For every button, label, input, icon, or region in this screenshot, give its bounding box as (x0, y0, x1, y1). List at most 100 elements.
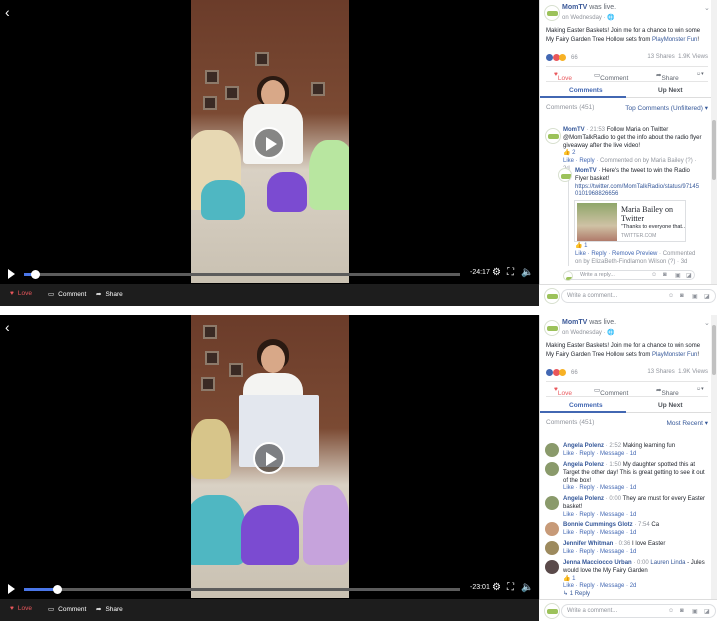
chevron-down-icon[interactable]: ⌄ (704, 4, 710, 12)
emoji-icon[interactable]: ☺ (651, 272, 657, 278)
shares-views[interactable]: 13 Shares 1.9K Views (647, 369, 708, 375)
comment-timestamp[interactable]: · 0:36 (615, 541, 630, 547)
comment-timestamp[interactable]: · 0:00 (633, 560, 648, 566)
post-share-button[interactable]: ➦ Share (656, 386, 679, 397)
play-overlay-button[interactable] (253, 127, 285, 159)
progress-handle[interactable] (52, 585, 62, 594)
post-link[interactable]: PlayMonster Fun (652, 37, 697, 43)
sticker-icon[interactable]: ◪ (686, 272, 692, 279)
back-arrow-icon[interactable]: ‹ (5, 4, 10, 20)
play-icon[interactable] (8, 269, 15, 279)
post-share-button[interactable]: ➦ Share (656, 71, 679, 82)
comment-timestamp[interactable]: · 7:54 (634, 522, 649, 528)
comment-author[interactable]: Angela Polenz (563, 443, 604, 449)
page-name[interactable]: MomTV was live. (562, 4, 616, 11)
comment-input[interactable]: Write a comment... ☺ ◙ ▣ ◪ (561, 604, 716, 618)
comment-actions[interactable]: Like · Reply · Message · 2d (563, 583, 636, 589)
play-overlay-button[interactable] (253, 442, 285, 474)
fullscreen-icon[interactable]: ⛶ (507, 583, 514, 593)
share-button[interactable]: ➦ Share (96, 605, 123, 613)
comment-sort-dropdown[interactable]: Top Comments (Unfiltered) ▾ (625, 104, 708, 112)
page-avatar[interactable] (544, 320, 560, 336)
comment-timestamp[interactable]: · 1:50 (606, 462, 621, 468)
user-avatar[interactable] (545, 522, 559, 536)
comment-author[interactable]: MomTV (563, 127, 585, 133)
comment-author[interactable]: Jennifer Whitman (563, 541, 613, 547)
page-avatar[interactable] (544, 5, 560, 21)
user-avatar[interactable] (545, 443, 559, 457)
comment-actions[interactable]: Like · Reply · Message · 1d (563, 512, 636, 518)
comment-author[interactable]: Bonnie Cummings Glotz (563, 522, 633, 528)
emoji-icon[interactable]: ☺ (668, 293, 674, 299)
progress-bar[interactable] (24, 585, 460, 594)
page-avatar[interactable] (558, 168, 572, 182)
play-icon[interactable] (8, 584, 15, 594)
user-avatar[interactable] (545, 541, 559, 555)
comment-button[interactable]: ▭ Comment (48, 605, 86, 613)
like-count[interactable]: 👍 2 (563, 150, 575, 156)
sticker-icon[interactable]: ◪ (704, 608, 710, 615)
sticker-icon[interactable]: ◪ (704, 293, 710, 300)
volume-icon[interactable]: 🔈 (521, 268, 533, 278)
scrollbar-thumb[interactable] (712, 325, 716, 375)
post-love-button[interactable]: ♥ Love (554, 71, 572, 82)
settings-gear-icon[interactable]: ⚙ (492, 268, 501, 278)
video-player[interactable]: ‹ -23:01 ⚙ ⛶ 🔈 ♥ Love ▭ Comment ➦ Share (0, 315, 539, 621)
post-comment-button[interactable]: ▭ Comment (594, 386, 628, 397)
post-love-button[interactable]: ♥ Love (554, 386, 572, 397)
sidebar-scrollbar[interactable] (711, 315, 717, 621)
share-button[interactable]: ➦ Share (96, 290, 123, 298)
reply-actions[interactable]: Like · Reply · Remove Preview · Commente… (575, 251, 695, 265)
reply-input[interactable]: Write a reply... ☺ ◙ ▣ ◪ (565, 270, 695, 280)
mention-link[interactable]: Lauren Linda (650, 560, 685, 566)
comment-timestamp[interactable]: · 0:00 (606, 496, 621, 502)
like-count[interactable]: 👍 1 (563, 576, 575, 582)
video-player[interactable]: ‹ -24:17 ⚙ ⛶ 🔈 ♥ Love ▭ Comment ➦ Share (0, 0, 539, 306)
emoji-icon[interactable]: ☺▾ (696, 71, 704, 77)
page-name[interactable]: MomTV was live. (562, 319, 616, 326)
comment-actions[interactable]: Like · Reply · Message · 1d (563, 451, 636, 457)
user-avatar[interactable] (545, 496, 559, 510)
tab-up-next[interactable]: Up Next (658, 87, 683, 94)
tab-comments[interactable]: Comments (569, 87, 603, 94)
comment-actions[interactable]: Like · Reply · Message · 1d (563, 549, 636, 555)
progress-handle[interactable] (30, 270, 40, 279)
comment-sort-dropdown[interactable]: Most Recent ▾ (666, 419, 708, 427)
reaction-count[interactable]: 66 (571, 55, 578, 61)
tweet-url-link[interactable]: https://twitter.com/MomTalkRadio/status/… (575, 184, 699, 198)
gif-icon[interactable]: ▣ (692, 608, 698, 615)
love-button[interactable]: ♥ Love (10, 605, 32, 612)
gif-icon[interactable]: ▣ (692, 293, 698, 300)
tab-comments[interactable]: Comments (569, 402, 603, 409)
chevron-down-icon[interactable]: ⌄ (704, 319, 710, 327)
camera-icon[interactable]: ◙ (663, 272, 667, 278)
link-preview-card[interactable]: Maria Bailey on Twitter "Thanks to every… (574, 200, 686, 242)
fullscreen-icon[interactable]: ⛶ (507, 268, 514, 278)
comment-input[interactable]: Write a comment... ☺ ◙ ▣ ◪ (561, 289, 716, 303)
comment-author[interactable]: Angela Polenz (563, 496, 604, 502)
settings-gear-icon[interactable]: ⚙ (492, 583, 501, 593)
comment-actions[interactable]: Like · Reply · Message · 1d (563, 530, 636, 536)
comment-timestamp[interactable]: · 2:52 (606, 443, 621, 449)
volume-icon[interactable]: 🔈 (521, 583, 533, 593)
emoji-icon[interactable]: ☺▾ (696, 386, 704, 392)
view-replies-link[interactable]: ↳ 1 Reply (563, 591, 590, 597)
post-comment-button[interactable]: ▭ Comment (594, 71, 628, 82)
post-link[interactable]: PlayMonster Fun (652, 352, 697, 358)
comment-actions[interactable]: Like · Reply · Message · 1d (563, 485, 636, 491)
reaction-count[interactable]: 66 (571, 370, 578, 376)
comment-timestamp[interactable]: · 21:53 (586, 127, 605, 133)
progress-bar[interactable] (24, 270, 460, 279)
scrollbar-thumb[interactable] (712, 120, 716, 180)
sidebar-scrollbar[interactable] (711, 0, 717, 306)
shares-views[interactable]: 13 Shares 1.9K Views (647, 54, 708, 60)
gif-icon[interactable]: ▣ (675, 272, 681, 279)
comment-author[interactable]: Jenna Macciocco Urban (563, 560, 632, 566)
user-avatar[interactable] (545, 560, 559, 574)
reply-author[interactable]: MomTV (575, 168, 597, 174)
emoji-icon[interactable]: ☺ (668, 608, 674, 614)
camera-icon[interactable]: ◙ (680, 608, 684, 614)
page-avatar[interactable] (545, 128, 561, 144)
like-count[interactable]: 👍 1 (575, 243, 587, 249)
back-arrow-icon[interactable]: ‹ (5, 319, 10, 335)
